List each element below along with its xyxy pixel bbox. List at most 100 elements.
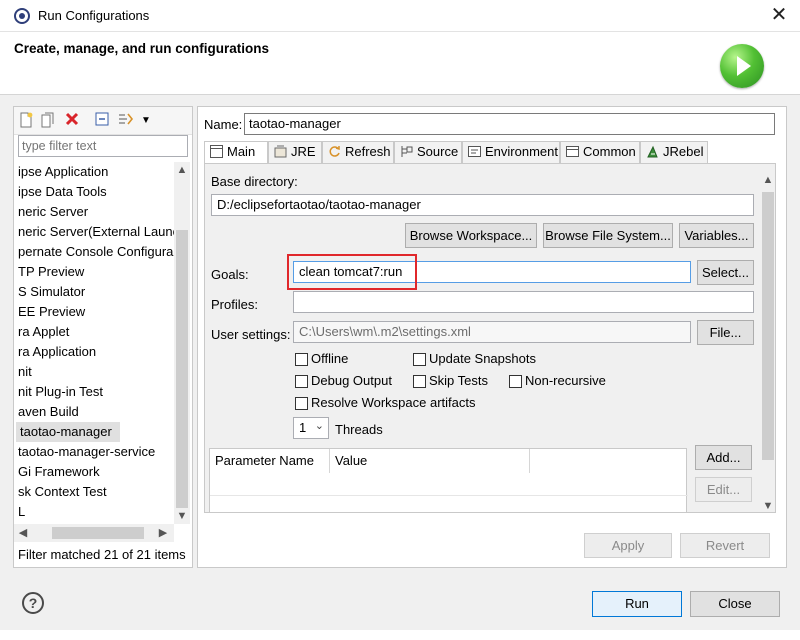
tab-label: Source: [417, 144, 459, 159]
tab-common[interactable]: Common: [560, 141, 640, 163]
param-value-header[interactable]: Value: [330, 449, 530, 473]
skip-tests-label: Skip Tests: [429, 373, 489, 388]
offline-label: Offline: [311, 351, 349, 366]
browse-workspace-button[interactable]: Browse Workspace...: [405, 223, 537, 248]
list-item[interactable]: ipse Data Tools: [14, 182, 174, 202]
title-bar: Run Configurations ✕: [0, 0, 800, 32]
list-item[interactable]: nit: [14, 362, 174, 382]
list-item[interactable]: taotao-manager-service: [14, 442, 174, 462]
file-button[interactable]: File...: [697, 320, 754, 345]
name-field[interactable]: taotao-manager: [244, 113, 775, 135]
profiles-label: Profiles:: [211, 297, 258, 312]
environment-icon: [467, 145, 481, 159]
list-item[interactable]: aven Build: [14, 402, 174, 422]
tab-main[interactable]: Main: [204, 141, 268, 164]
list-item[interactable]: L: [14, 502, 174, 522]
threads-value: 1: [299, 420, 307, 435]
filter-icon[interactable]: [118, 112, 134, 130]
update-snapshots-label: Update Snapshots: [429, 351, 536, 366]
edit-parameter-button[interactable]: Edit...: [695, 477, 752, 502]
close-button[interactable]: Close: [690, 591, 780, 617]
scrollbar-thumb[interactable]: [176, 230, 188, 508]
goals-highlight-box: [287, 254, 417, 290]
run-green-icon: [720, 44, 764, 88]
new-config-icon[interactable]: [18, 112, 34, 130]
list-item[interactable]: Gi Framework: [14, 462, 174, 482]
list-item[interactable]: neric Server(External Launc: [14, 222, 174, 242]
list-item[interactable]: neric Server: [14, 202, 174, 222]
tab-label: Common: [583, 144, 636, 159]
tab-jre[interactable]: JRE: [268, 141, 322, 163]
scroll-down-arrow-icon[interactable]: ▼: [761, 498, 775, 512]
resolve-workspace-checkbox[interactable]: [295, 397, 308, 410]
run-button[interactable]: Run: [592, 591, 682, 617]
help-icon[interactable]: ?: [22, 592, 44, 614]
tab-label: Main: [227, 144, 256, 159]
scrollbar-thumb[interactable]: [52, 527, 144, 539]
list-item[interactable]: S Simulator: [14, 282, 174, 302]
parameter-table: Parameter Name Value: [209, 448, 688, 512]
dropdown-icon[interactable]: ▼: [138, 112, 154, 130]
user-settings-label: User settings:: [211, 327, 291, 342]
list-item-selected[interactable]: taotao-manager: [16, 422, 120, 442]
config-toolbar: ▼: [14, 107, 192, 135]
configuration-list-panel: ▼ ipse Application ipse Data Tools neric…: [13, 106, 193, 568]
common-icon: [565, 145, 579, 159]
list-item[interactable]: TP Preview: [14, 262, 174, 282]
browse-file-system-button[interactable]: Browse File System...: [543, 223, 673, 248]
user-settings-field[interactable]: C:\Users\wm\.m2\settings.xml: [293, 321, 691, 343]
list-item[interactable]: EE Preview: [14, 302, 174, 322]
list-item[interactable]: pernate Console Configura: [14, 242, 174, 262]
offline-checkbox[interactable]: [295, 353, 308, 366]
source-icon: [399, 145, 413, 159]
tab-source[interactable]: Source: [394, 141, 462, 163]
scroll-up-arrow-icon[interactable]: ▲: [761, 172, 775, 188]
tab-label: JRebel: [663, 144, 704, 159]
duplicate-icon[interactable]: [40, 112, 56, 130]
list-item[interactable]: ra Applet: [14, 322, 174, 342]
debug-output-checkbox[interactable]: [295, 375, 308, 388]
debug-output-label: Debug Output: [311, 373, 392, 388]
revert-button[interactable]: Revert: [680, 533, 770, 558]
scroll-left-arrow-icon[interactable]: ◀: [16, 525, 30, 541]
name-label: Name:: [204, 117, 243, 132]
header-title: Create, manage, and run configurations: [14, 41, 270, 56]
tab-jrebel[interactable]: JRebel: [640, 141, 708, 163]
non-recursive-checkbox[interactable]: [509, 375, 522, 388]
tab-label: Refresh: [345, 144, 391, 159]
variables-button[interactable]: Variables...: [679, 223, 754, 248]
list-item[interactable]: ra Application: [14, 342, 174, 362]
apply-button[interactable]: Apply: [584, 533, 672, 558]
scroll-right-arrow-icon[interactable]: ▶: [156, 525, 170, 541]
add-parameter-button[interactable]: Add...: [695, 445, 752, 470]
delete-icon[interactable]: [64, 112, 80, 130]
param-name-header[interactable]: Parameter Name: [210, 449, 330, 473]
close-window-icon[interactable]: ✕: [764, 2, 794, 30]
list-horizontal-scrollbar[interactable]: ◀ ▶: [14, 524, 174, 542]
list-item[interactable]: ipse Application: [14, 162, 174, 182]
base-directory-field[interactable]: D:/eclipsefortaotao/taotao-manager: [211, 194, 754, 216]
list-item[interactable]: nit Plug-in Test: [14, 382, 174, 402]
select-goals-button[interactable]: Select...: [697, 260, 754, 285]
list-item[interactable]: sk Context Test: [14, 482, 174, 502]
main-tab-icon: [209, 145, 223, 159]
list-vertical-scrollbar[interactable]: ▲ ▼: [174, 162, 190, 524]
update-snapshots-checkbox[interactable]: [413, 353, 426, 366]
skip-tests-checkbox[interactable]: [413, 375, 426, 388]
tab-label: Environment: [485, 144, 558, 159]
background-strip: [0, 630, 800, 640]
header-divider: [0, 94, 800, 95]
base-directory-label: Base directory:: [211, 174, 298, 189]
collapse-all-icon[interactable]: [94, 112, 110, 130]
scroll-up-arrow-icon[interactable]: ▲: [175, 162, 189, 178]
scrollbar-thumb[interactable]: [762, 192, 774, 460]
tab-refresh[interactable]: Refresh: [322, 141, 394, 163]
tab-environment[interactable]: Environment: [462, 141, 560, 163]
filter-input[interactable]: [18, 135, 188, 157]
editor-vertical-scrollbar[interactable]: ▲ ▼: [760, 172, 775, 512]
profiles-field[interactable]: [293, 291, 754, 313]
threads-select[interactable]: 1 ⌄: [293, 417, 329, 439]
scroll-down-arrow-icon[interactable]: ▼: [175, 508, 189, 524]
window-title: Run Configurations: [38, 8, 150, 23]
table-row-divider: [210, 495, 688, 496]
